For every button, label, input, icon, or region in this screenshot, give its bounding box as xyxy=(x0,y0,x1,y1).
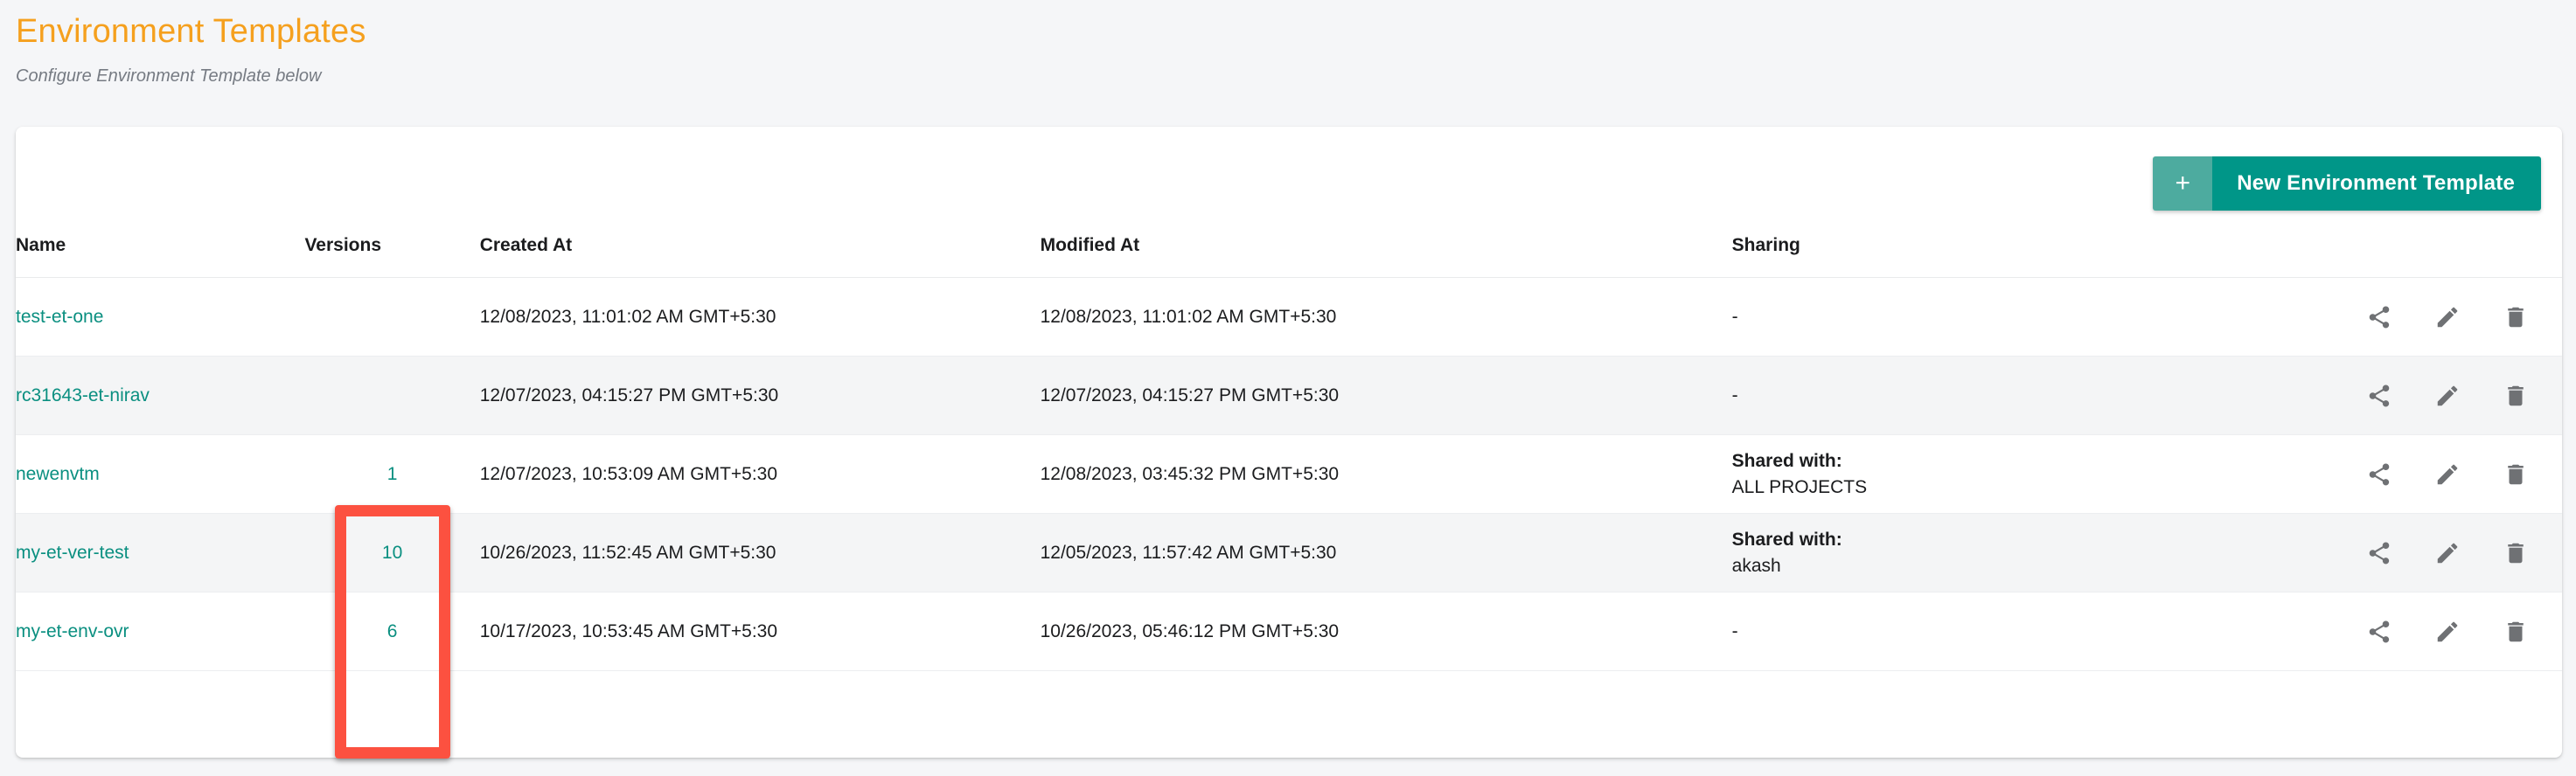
delete-icon[interactable] xyxy=(2501,460,2531,489)
shared-with-value: akash xyxy=(1731,555,1781,576)
cell-sharing: - xyxy=(1731,592,2223,671)
share-icon[interactable] xyxy=(2364,302,2394,332)
shared-with-label: Shared with: xyxy=(1731,530,1842,551)
table-row[interactable]: rc31643-et-nirav 12/07/2023, 04:15:27 PM … xyxy=(16,356,2562,435)
cell-name: rc31643-et-nirav xyxy=(16,356,305,435)
card-toolbar: + New Environment Template xyxy=(16,127,2562,223)
page-root: Environment Templates Configure Environm… xyxy=(0,0,2576,776)
column-header-sharing[interactable]: Sharing xyxy=(1731,223,2223,278)
template-name-link[interactable]: my-et-ver-test xyxy=(16,543,129,563)
edit-icon[interactable] xyxy=(2433,617,2462,647)
versions-count-link[interactable]: 10 xyxy=(382,543,402,564)
cell-created-at: 10/17/2023, 10:53:45 AM GMT+5:30 xyxy=(479,592,1041,671)
cell-sharing: Shared with: akash xyxy=(1731,513,2223,592)
environment-templates-table: Name Versions Created At Modified At Sha… xyxy=(16,223,2562,671)
shared-with-value: ALL PROJECTS xyxy=(1731,476,1868,497)
row-action-group xyxy=(2222,381,2562,411)
delete-icon[interactable] xyxy=(2501,302,2531,332)
cell-name: newenvtm xyxy=(16,434,305,514)
shared-with-value: - xyxy=(1731,306,1738,327)
template-name-link[interactable]: my-et-env-ovr xyxy=(16,621,129,641)
cell-actions xyxy=(2222,356,2562,435)
page-header: Environment Templates Configure Environm… xyxy=(0,0,2576,87)
column-header-name[interactable]: Name xyxy=(16,223,305,278)
cell-name: test-et-one xyxy=(16,277,305,357)
page-subtitle: Configure Environment Template below xyxy=(16,66,322,86)
table-row[interactable]: my-et-ver-test 10 10/26/2023, 11:52:45 AM … xyxy=(16,513,2562,592)
template-name-link[interactable]: rc31643-et-nirav xyxy=(16,385,150,405)
cell-modified-at: 12/08/2023, 11:01:02 AM GMT+5:30 xyxy=(1040,277,1732,357)
cell-modified-at: 12/05/2023, 11:57:42 AM GMT+5:30 xyxy=(1040,513,1732,592)
shared-with-label: Shared with: xyxy=(1731,451,1842,472)
table-row[interactable]: newenvtm 1 12/07/2023, 10:53:09 AM GMT+5:3… xyxy=(16,434,2562,514)
cell-sharing: Shared with: ALL PROJECTS xyxy=(1731,434,2223,514)
column-header-versions[interactable]: Versions xyxy=(304,223,480,278)
cell-name: my-et-ver-test xyxy=(16,513,305,592)
cell-versions xyxy=(304,277,480,357)
new-environment-template-button[interactable]: + New Environment Template xyxy=(2153,156,2541,211)
delete-icon[interactable] xyxy=(2501,381,2531,411)
cell-modified-at: 12/08/2023, 03:45:32 PM GMT+5:30 xyxy=(1040,434,1732,514)
cell-versions: 1 xyxy=(304,434,480,514)
template-name-link[interactable]: newenvtm xyxy=(16,464,100,484)
share-icon[interactable] xyxy=(2364,538,2394,568)
row-action-group xyxy=(2222,617,2562,647)
delete-icon[interactable] xyxy=(2501,617,2531,647)
table-body: test-et-one 12/08/2023, 11:01:02 AM GMT+5… xyxy=(16,277,2562,671)
row-action-group xyxy=(2222,302,2562,332)
column-header-modified-at[interactable]: Modified At xyxy=(1040,223,1732,278)
cell-created-at: 10/26/2023, 11:52:45 AM GMT+5:30 xyxy=(479,513,1041,592)
cell-sharing: - xyxy=(1731,356,2223,435)
table-header: Name Versions Created At Modified At Sha… xyxy=(16,223,2562,278)
templates-card: + New Environment Template Name Versions… xyxy=(16,127,2562,758)
cell-created-at: 12/07/2023, 10:53:09 AM GMT+5:30 xyxy=(479,434,1041,514)
column-header-actions xyxy=(2222,223,2562,278)
cell-name: my-et-env-ovr xyxy=(16,592,305,671)
cell-created-at: 12/08/2023, 11:01:02 AM GMT+5:30 xyxy=(479,277,1041,357)
table-header-row: Name Versions Created At Modified At Sha… xyxy=(16,223,2562,278)
table-row[interactable]: my-et-env-ovr 6 10/17/2023, 10:53:45 AM GM… xyxy=(16,592,2562,671)
table-row[interactable]: test-et-one 12/08/2023, 11:01:02 AM GMT+5… xyxy=(16,277,2562,357)
cell-modified-at: 10/26/2023, 05:46:12 PM GMT+5:30 xyxy=(1040,592,1732,671)
cell-created-at: 12/07/2023, 04:15:27 PM GMT+5:30 xyxy=(479,356,1041,435)
shared-with-value: - xyxy=(1731,385,1738,405)
cell-versions xyxy=(304,356,480,435)
edit-icon[interactable] xyxy=(2433,302,2462,332)
versions-count-link[interactable]: 6 xyxy=(387,621,398,642)
column-header-created-at[interactable]: Created At xyxy=(479,223,1041,278)
share-icon[interactable] xyxy=(2364,460,2394,489)
row-action-group xyxy=(2222,538,2562,568)
cell-actions xyxy=(2222,592,2562,671)
delete-icon[interactable] xyxy=(2501,538,2531,568)
page-title: Environment Templates xyxy=(16,13,366,50)
cell-actions xyxy=(2222,434,2562,514)
edit-icon[interactable] xyxy=(2433,381,2462,411)
cell-actions xyxy=(2222,513,2562,592)
cell-versions: 10 xyxy=(304,513,480,592)
edit-icon[interactable] xyxy=(2433,460,2462,489)
cell-versions: 6 xyxy=(304,592,480,671)
plus-icon: + xyxy=(2153,156,2213,211)
shared-with-value: - xyxy=(1731,620,1738,641)
share-icon[interactable] xyxy=(2364,381,2394,411)
edit-icon[interactable] xyxy=(2433,538,2462,568)
versions-count-link[interactable]: 1 xyxy=(387,464,398,485)
cell-sharing: - xyxy=(1731,277,2223,357)
row-action-group xyxy=(2222,460,2562,489)
new-environment-template-label: New Environment Template xyxy=(2212,156,2541,211)
cell-modified-at: 12/07/2023, 04:15:27 PM GMT+5:30 xyxy=(1040,356,1732,435)
cell-actions xyxy=(2222,277,2562,357)
template-name-link[interactable]: test-et-one xyxy=(16,307,103,327)
share-icon[interactable] xyxy=(2364,617,2394,647)
